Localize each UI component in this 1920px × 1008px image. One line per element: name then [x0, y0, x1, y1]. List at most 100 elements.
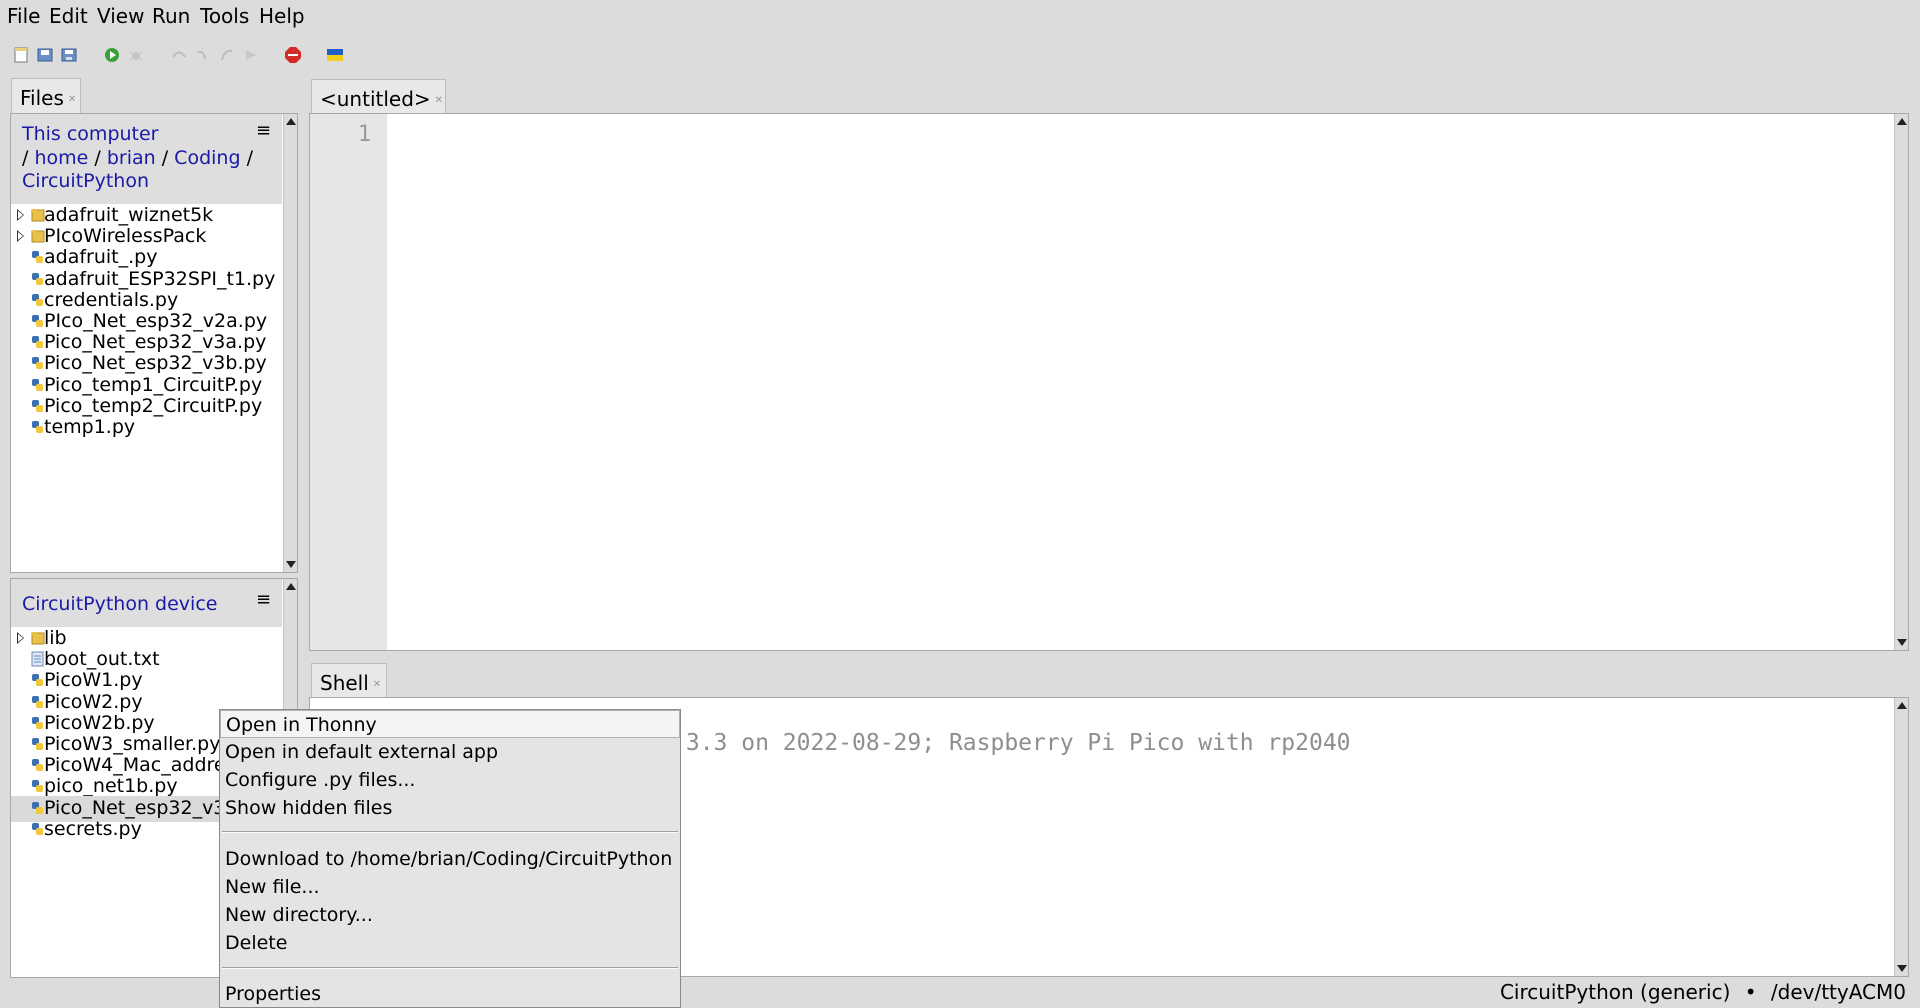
tab-untitled-label: <untitled>: [320, 87, 431, 111]
file-name: PicoW3_smaller.py: [44, 733, 221, 755]
shell-scrollbar[interactable]: [1894, 698, 1908, 976]
save-file-icon[interactable]: [60, 46, 78, 64]
menu-view[interactable]: View: [97, 4, 144, 28]
python-file-icon: [32, 336, 43, 349]
toolbar: [0, 38, 1920, 74]
open-file-icon[interactable]: [36, 46, 54, 64]
local-scrollbar[interactable]: [283, 114, 297, 572]
menu-show-hidden[interactable]: Show hidden files: [220, 794, 680, 822]
path-separator: /: [22, 147, 29, 169]
scroll-down-icon[interactable]: [1897, 639, 1907, 646]
scroll-down-icon[interactable]: [286, 561, 296, 568]
python-file-icon: [32, 293, 43, 306]
scroll-down-icon[interactable]: [1897, 965, 1907, 972]
scroll-up-icon[interactable]: [1897, 702, 1907, 709]
new-file-icon[interactable]: [12, 46, 30, 64]
context-menu: Open in Thonny Open in default external …: [219, 709, 681, 1008]
python-file-icon: [32, 272, 43, 285]
text-file-icon: [31, 651, 44, 667]
local-file-list: adafruit_wiznet5k PIcoWirelessPack adafrui…: [11, 203, 282, 573]
python-file-icon: [32, 780, 43, 793]
statusbar: CircuitPython (generic) • /dev/ttyACM0: [1500, 980, 1906, 1004]
python-file-icon: [32, 315, 43, 327]
file-name: PIcoWirelessPack: [44, 225, 207, 248]
tab-files[interactable]: Files ✕: [11, 78, 81, 114]
menu-icon[interactable]: ≡: [256, 120, 271, 141]
file-name: PicoW4_Mac_addre: [44, 754, 226, 777]
path-circuitpython[interactable]: CircuitPython: [22, 170, 149, 192]
tab-shell[interactable]: Shell ✕: [311, 663, 387, 699]
path-line-1: / home / brian / Coding /: [22, 147, 253, 169]
file-name: boot_out.txt: [44, 648, 160, 671]
menu-help[interactable]: Help: [259, 4, 305, 28]
folder-icon: [31, 209, 45, 222]
stop-icon[interactable]: [284, 46, 302, 64]
file-name: PIco_Net_esp32_v2a.py: [44, 310, 268, 332]
close-icon[interactable]: ✕: [68, 94, 76, 105]
path-coding[interactable]: Coding: [174, 147, 240, 169]
python-file-icon: [32, 738, 43, 750]
menu-run[interactable]: Run: [152, 4, 190, 28]
menu-download[interactable]: Download to /home/brian/Coding/CircuitPy…: [220, 845, 680, 873]
expand-triangle-icon[interactable]: [17, 632, 24, 644]
debug-icon[interactable]: [127, 46, 145, 64]
step-into-icon[interactable]: [194, 46, 212, 64]
interpreter-status[interactable]: CircuitPython (generic): [1500, 980, 1730, 1004]
menu-file[interactable]: File: [7, 4, 40, 28]
location-this-computer[interactable]: This computer: [22, 123, 159, 145]
step-out-icon[interactable]: [218, 46, 236, 64]
file-name: Pico_Net_esp32_v3b.py: [44, 352, 267, 375]
python-file-icon: [32, 251, 43, 264]
expand-triangle-icon[interactable]: [17, 209, 24, 221]
location-device[interactable]: CircuitPython device: [22, 593, 217, 615]
editor-scrollbar[interactable]: [1894, 114, 1908, 650]
close-icon[interactable]: ✕: [435, 95, 443, 106]
close-icon[interactable]: ✕: [373, 679, 381, 690]
menu-delete[interactable]: Delete: [220, 929, 680, 957]
menu-tools[interactable]: Tools: [200, 4, 249, 28]
code-area[interactable]: [388, 114, 1893, 650]
scroll-up-icon[interactable]: [286, 118, 296, 125]
scroll-up-icon[interactable]: [1897, 118, 1907, 125]
file-name: lib: [44, 627, 67, 649]
file-name: Pico_Net_esp32_v3a.py: [44, 331, 267, 354]
python-file-icon: [32, 822, 43, 835]
file-name: secrets.py: [44, 817, 142, 840]
device-header: CircuitPython device ≡: [11, 579, 282, 627]
run-icon[interactable]: [103, 46, 121, 64]
scroll-up-icon[interactable]: [286, 583, 296, 590]
expand-triangle-icon[interactable]: [17, 230, 24, 243]
python-file-icon: [32, 759, 43, 772]
menu-separator: [222, 967, 678, 969]
port-status[interactable]: /dev/ttyACM0: [1771, 980, 1906, 1004]
menu-icon[interactable]: ≡: [256, 589, 271, 610]
step-over-icon[interactable]: [170, 46, 188, 64]
menu-new-file[interactable]: New file...: [220, 873, 680, 901]
menu-open-external[interactable]: Open in default external app: [220, 738, 680, 766]
file-name: credentials.py: [44, 288, 179, 311]
editor-panel: 1: [309, 113, 1909, 651]
menu-properties[interactable]: Properties: [220, 980, 680, 1008]
tab-files-label: Files: [20, 86, 64, 110]
path-brian[interactable]: brian: [107, 147, 156, 169]
python-file-icon: [32, 801, 43, 814]
tab-untitled[interactable]: <untitled> ✕: [311, 79, 446, 115]
menu-configure-py[interactable]: Configure .py files...: [220, 766, 680, 794]
file-name: Pico_temp2_CircuitP.py: [44, 394, 263, 417]
file-name: Pico_Net_esp32_v3: [44, 796, 226, 819]
status-separator: •: [1744, 980, 1757, 1004]
menubar: File Edit View Run Tools Help: [0, 0, 1920, 32]
python-file-icon: [32, 695, 43, 708]
list-item[interactable]: temp1.py: [11, 415, 282, 441]
file-name: temp1.py: [44, 416, 136, 438]
menu-edit[interactable]: Edit: [49, 4, 88, 28]
file-name: adafruit_.py: [44, 246, 158, 269]
flag-icon[interactable]: [326, 46, 344, 64]
path-separator: /: [94, 147, 101, 169]
resume-icon[interactable]: [242, 46, 260, 64]
shell-output: .3.3 on 2022-08-29; Raspberry Pi Pico wi…: [672, 730, 1351, 756]
menu-new-directory[interactable]: New directory...: [220, 901, 680, 929]
menu-open-in-thonny[interactable]: Open in Thonny: [220, 710, 680, 738]
path-home[interactable]: home: [34, 147, 88, 169]
path-separator: /: [246, 147, 253, 169]
